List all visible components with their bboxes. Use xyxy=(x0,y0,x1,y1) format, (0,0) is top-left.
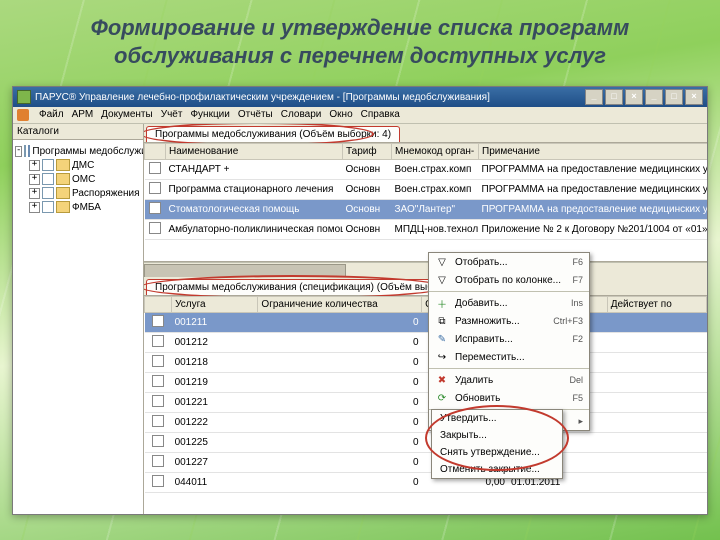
catalog-header: Каталоги xyxy=(13,124,143,140)
tree-root[interactable]: - Программы медобслуживания xyxy=(15,144,141,158)
main-area: Программы медобслуживания (Объём выборки… xyxy=(144,124,707,514)
menu-dict[interactable]: Словари xyxy=(281,109,322,121)
ctx-refresh[interactable]: ⟳ОбновитьF5 xyxy=(429,389,589,407)
tree-item[interactable]: +ФМБА xyxy=(15,200,141,214)
menubar: Файл АРМ Документы Учёт Функции Отчёты С… xyxy=(13,107,707,124)
ctx-edit[interactable]: ✎Исправить...F2 xyxy=(429,330,589,348)
sub-approve[interactable]: Утвердить... xyxy=(432,410,562,427)
table-row[interactable]: 00121100,0001.01.2011 xyxy=(145,313,707,333)
catalog-panel: Каталоги - Программы медобслуживания +ДМ… xyxy=(13,124,144,514)
maximize-button[interactable]: □ xyxy=(605,89,623,105)
copy-icon: ⧉ xyxy=(435,315,449,327)
ctx-filter[interactable]: ▽Отобрать...F6 xyxy=(429,253,589,271)
doc-maximize-button[interactable]: □ xyxy=(665,89,683,105)
ctx-move[interactable]: ↪Переместить... xyxy=(429,348,589,366)
table-row[interactable]: 04401100,0001.01.2011 xyxy=(145,473,707,493)
funnel-col-icon: ▽ xyxy=(435,274,449,286)
table-row[interactable]: 00122200,0001.01.2011 xyxy=(145,413,707,433)
menu-docs[interactable]: Документы xyxy=(101,109,153,121)
tree-checkbox[interactable] xyxy=(24,145,26,157)
table-row[interactable]: 00121200,0001.01.2011 xyxy=(145,333,707,353)
ctx-mult[interactable]: ⧉Размножить...Ctrl+F3 xyxy=(429,312,589,330)
grid1[interactable]: НаименованиеТарифМнемокод орган-Примечан… xyxy=(144,143,707,262)
app-window: ПАРУС® Управление лечебно-профилактическ… xyxy=(12,86,708,515)
menu-func[interactable]: Функции xyxy=(190,109,229,121)
table-row[interactable]: Стоматологическая помощьОсновнЗАО"Лантер… xyxy=(145,200,708,220)
tree-item[interactable]: +ДМС xyxy=(15,158,141,172)
app-icon xyxy=(17,90,31,104)
table-row[interactable]: 00121900,0001.01.2011 xyxy=(145,373,707,393)
table-row[interactable]: 00122500,0001.01.2011 xyxy=(145,433,707,453)
ctx-add[interactable]: ＋Добавить...Ins xyxy=(429,294,589,312)
titlebar[interactable]: ПАРУС® Управление лечебно-профилактическ… xyxy=(13,87,707,107)
table-row[interactable]: Программа стационарного леченияОсновнВое… xyxy=(145,180,708,200)
move-icon: ↪ xyxy=(435,351,449,363)
menu-window[interactable]: Окно xyxy=(329,109,352,121)
window-title: ПАРУС® Управление лечебно-профилактическ… xyxy=(35,92,490,103)
funnel-icon: ▽ xyxy=(435,256,449,268)
sub-unclose[interactable]: Отменить закрытие... xyxy=(432,461,562,478)
plus-icon: ＋ xyxy=(435,297,449,309)
menu-uchet[interactable]: Учёт xyxy=(161,109,183,121)
table-row[interactable]: СТАНДАРТ +ОсновнВоен.страх.компПРОГРАММА… xyxy=(145,160,708,180)
context-menu[interactable]: ▽Отобрать...F6 ▽Отобрать по колонке...F7… xyxy=(428,252,590,431)
catalog-tree[interactable]: - Программы медобслуживания +ДМС +ОМС +Р… xyxy=(13,140,143,514)
close-window-button[interactable]: × xyxy=(625,89,643,105)
tree-item[interactable]: +Распоряжения xyxy=(15,186,141,200)
folder-icon xyxy=(28,145,30,157)
ctx-filter-col[interactable]: ▽Отобрать по колонке...F7 xyxy=(429,271,589,289)
menu-arm[interactable]: АРМ xyxy=(72,109,94,121)
grid1-tab[interactable]: Программы медобслуживания (Объём выборки… xyxy=(146,126,400,142)
edit-icon: ✎ xyxy=(435,333,449,345)
refresh-icon: ⟳ xyxy=(435,392,449,404)
tree-item[interactable]: +ОМС xyxy=(15,172,141,186)
tree-root-label: Программы медобслуживания xyxy=(32,146,143,157)
context-submenu[interactable]: Утвердить... Закрыть... Снять утверждени… xyxy=(431,409,563,479)
delete-icon: ✖ xyxy=(435,374,449,386)
menu-help[interactable]: Справка xyxy=(361,109,400,121)
hscrollbar[interactable] xyxy=(144,262,707,277)
slide-title: Формирование и утверждение списка програ… xyxy=(0,0,720,78)
sub-unapprove[interactable]: Снять утверждение... xyxy=(432,444,562,461)
doc-close-button[interactable]: × xyxy=(685,89,703,105)
doc-minimize-button[interactable]: _ xyxy=(645,89,663,105)
table-row[interactable]: 00122100,0001.01.2011 xyxy=(145,393,707,413)
grid2[interactable]: УслугаОграничение количестваСкидка, %Дей… xyxy=(144,296,707,514)
sub-close[interactable]: Закрыть... xyxy=(432,427,562,444)
app-menu-icon xyxy=(17,109,29,121)
menu-reports[interactable]: Отчёты xyxy=(238,109,273,121)
collapse-icon[interactable]: - xyxy=(15,146,22,157)
ctx-delete[interactable]: ✖УдалитьDel xyxy=(429,371,589,389)
minimize-button[interactable]: _ xyxy=(585,89,603,105)
table-row[interactable]: Амбулаторно-поликлиническая помощьОсновн… xyxy=(145,220,708,240)
table-row[interactable]: 00121800,0001.01.2011 xyxy=(145,353,707,373)
table-row[interactable]: 00122700,0001.01.2011 xyxy=(145,453,707,473)
menu-file[interactable]: Файл xyxy=(39,109,64,121)
